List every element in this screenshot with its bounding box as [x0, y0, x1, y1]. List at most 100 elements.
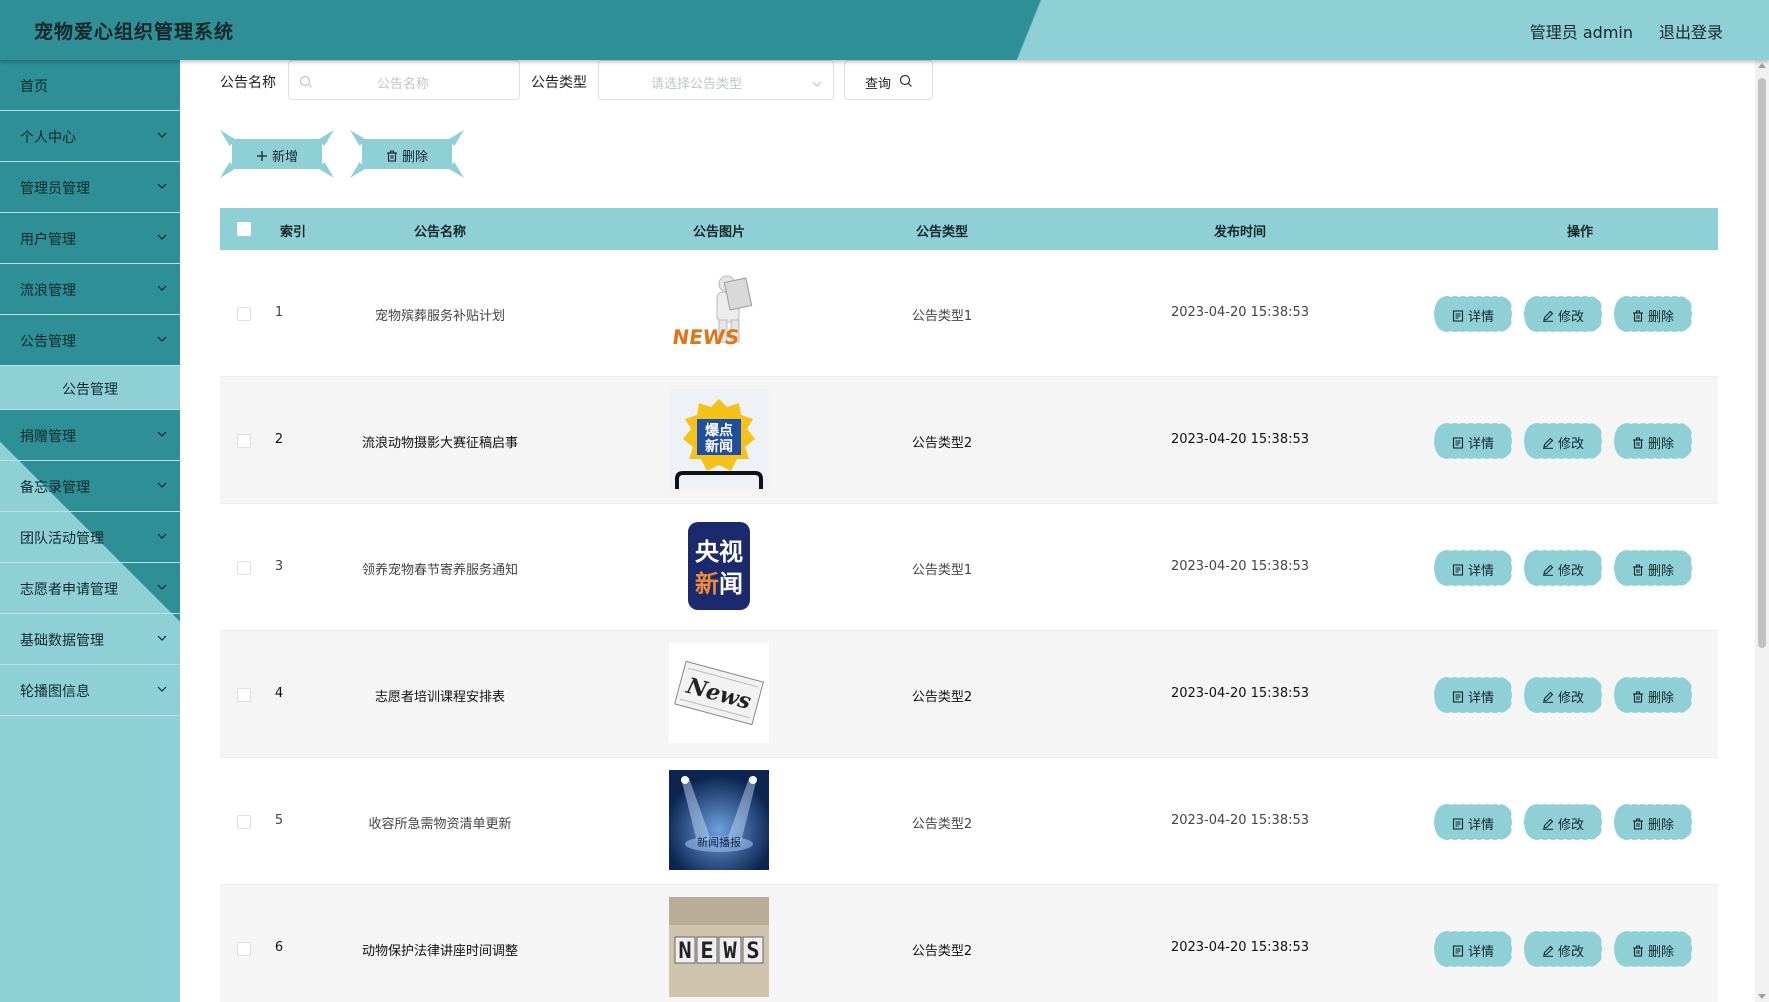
sidebar-item-label: 首页: [20, 79, 48, 95]
row-index: 3: [274, 559, 284, 574]
row-notice-type: 公告类型1: [911, 309, 973, 324]
edit-button[interactable]: 修改: [1523, 549, 1603, 587]
details-button[interactable]: 详情: [1433, 549, 1513, 587]
sidebar-item-personal-center[interactable]: 个人中心: [0, 111, 180, 162]
sidebar-item-label: 用户管理: [20, 232, 76, 248]
sidebar-item-memo-management[interactable]: 备忘录管理: [0, 461, 180, 512]
notice-table: 索引 公告名称 公告图片 公告类型 发布时间 操作 1 宠物殡葬服务补贴计划 NEW…: [220, 208, 1718, 1002]
sidebar-item-label: 基础数据管理: [20, 633, 104, 649]
trash-icon: [1632, 818, 1644, 830]
sidebar-item-donation-management[interactable]: 捐赠管理: [0, 410, 180, 461]
sidebar-item-base-data[interactable]: 基础数据管理: [0, 614, 180, 665]
row-checkbox[interactable]: [237, 561, 251, 575]
logout-link[interactable]: 退出登录: [1659, 19, 1723, 43]
news-blocks-image: NEWS: [669, 897, 769, 997]
current-user-label: 管理员 admin: [1529, 23, 1633, 42]
sidebar-item-team-activity[interactable]: 团队活动管理: [0, 512, 180, 563]
row-notice-name: 流浪动物摄影大赛征稿启事: [361, 436, 518, 451]
notice-name-placeholder: 公告名称: [377, 77, 430, 92]
trash-icon: [1632, 310, 1644, 322]
svg-text:NEWS: NEWS: [671, 325, 741, 349]
sidebar-item-volunteer-application[interactable]: 志愿者申请管理: [0, 563, 180, 614]
search-icon: [299, 74, 313, 88]
query-button[interactable]: 查询: [844, 60, 933, 100]
row-checkbox[interactable]: [237, 434, 251, 448]
notice-type-select[interactable]: 请选择公告类型: [598, 60, 834, 100]
edit-button-label: 修改: [1557, 437, 1584, 452]
row-notice-type: 公告类型2: [911, 436, 973, 451]
chevron-down-icon: [156, 180, 168, 192]
row-checkbox[interactable]: [237, 815, 251, 829]
sidebar-item-user-management[interactable]: 用户管理: [0, 213, 180, 264]
edit-icon: [1542, 564, 1554, 576]
sidebar-item-notice-management[interactable]: 公告管理: [0, 315, 180, 366]
chevron-down-icon: [156, 282, 168, 294]
delete-button[interactable]: 删除: [1613, 930, 1693, 968]
edit-button[interactable]: 修改: [1523, 930, 1603, 968]
sidebar-item-admin-management[interactable]: 管理员管理: [0, 162, 180, 213]
details-icon: [1452, 818, 1464, 830]
select-all-checkbox[interactable]: [237, 222, 251, 236]
news-figure-image: NEWS: [669, 262, 769, 362]
details-button[interactable]: 详情: [1433, 295, 1513, 333]
edit-button[interactable]: 修改: [1523, 803, 1603, 841]
scroll-down-arrow[interactable]: [1758, 994, 1766, 999]
trash-icon: [1632, 691, 1644, 703]
delete-button[interactable]: 删除: [1613, 422, 1693, 460]
batch-delete-button[interactable]: 删除: [348, 130, 466, 178]
edit-icon: [1542, 691, 1554, 703]
details-button[interactable]: 详情: [1433, 930, 1513, 968]
edit-button[interactable]: 修改: [1523, 676, 1603, 714]
details-button[interactable]: 详情: [1433, 803, 1513, 841]
delete-button[interactable]: 删除: [1613, 803, 1693, 841]
notice-name-input[interactable]: 公告名称: [288, 60, 520, 100]
row-notice-type: 公告类型1: [911, 563, 973, 578]
row-notice-name: 志愿者培训课程安排表: [374, 690, 505, 705]
row-notice-type: 公告类型2: [911, 944, 973, 959]
edit-icon: [1542, 310, 1554, 322]
notice-name-label: 公告名称: [220, 75, 276, 91]
chevron-down-icon: [156, 530, 168, 542]
sidebar-item-carousel[interactable]: 轮播图信息: [0, 665, 180, 716]
sidebar-item-label: 备忘录管理: [20, 480, 90, 496]
svg-text:E: E: [700, 939, 713, 964]
chevron-down-icon: [811, 75, 823, 87]
sidebar-subitem-notice-management[interactable]: 公告管理: [0, 366, 180, 410]
sidebar-item-home[interactable]: 首页: [0, 60, 180, 111]
add-button[interactable]: 新增: [218, 130, 336, 178]
edit-button-label: 修改: [1557, 310, 1584, 325]
row-publish-time: 2023-04-20 15:38:53: [1170, 686, 1310, 701]
search-icon: [899, 74, 913, 88]
edit-button[interactable]: 修改: [1523, 295, 1603, 333]
row-checkbox[interactable]: [237, 942, 251, 956]
add-button-label: 新增: [271, 150, 298, 165]
sidebar-item-label: 团队活动管理: [20, 531, 104, 547]
sidebar-subitem-label: 公告管理: [62, 382, 118, 398]
edit-button[interactable]: 修改: [1523, 422, 1603, 460]
row-checkbox[interactable]: [237, 688, 251, 702]
delete-button[interactable]: 删除: [1613, 295, 1693, 333]
sidebar-item-stray-management[interactable]: 流浪管理: [0, 264, 180, 315]
delete-button[interactable]: 删除: [1613, 549, 1693, 587]
trash-icon: [1632, 564, 1644, 576]
sidebar-item-label: 公告管理: [20, 334, 76, 350]
svg-text:新闻播报: 新闻播报: [697, 835, 741, 849]
delete-button-label: 删除: [1647, 818, 1674, 833]
scrollbar-thumb[interactable]: [1758, 78, 1766, 648]
table-row: 5 收容所急需物资清单更新 新闻播报 公告类型2 2023-04-20 15:38:53…: [220, 758, 1718, 885]
column-header-index: 索引: [280, 225, 307, 240]
delete-button-label: 删除: [1647, 310, 1674, 325]
vertical-scrollbar[interactable]: [1755, 60, 1769, 1002]
chevron-down-icon: [156, 479, 168, 491]
row-checkbox[interactable]: [237, 307, 251, 321]
column-header-actions: 操作: [1566, 225, 1593, 240]
details-icon: [1452, 437, 1464, 449]
sidebar: 首页 个人中心 管理员管理 用户管理 流浪管理 公告管理 公告管理 捐赠管理 备…: [0, 60, 180, 1002]
details-button[interactable]: 详情: [1433, 422, 1513, 460]
delete-button[interactable]: 删除: [1613, 676, 1693, 714]
details-icon: [1452, 310, 1464, 322]
column-header-type: 公告类型: [915, 225, 968, 240]
details-button[interactable]: 详情: [1433, 676, 1513, 714]
scroll-up-arrow[interactable]: [1758, 63, 1766, 68]
column-header-name: 公告名称: [413, 225, 466, 240]
